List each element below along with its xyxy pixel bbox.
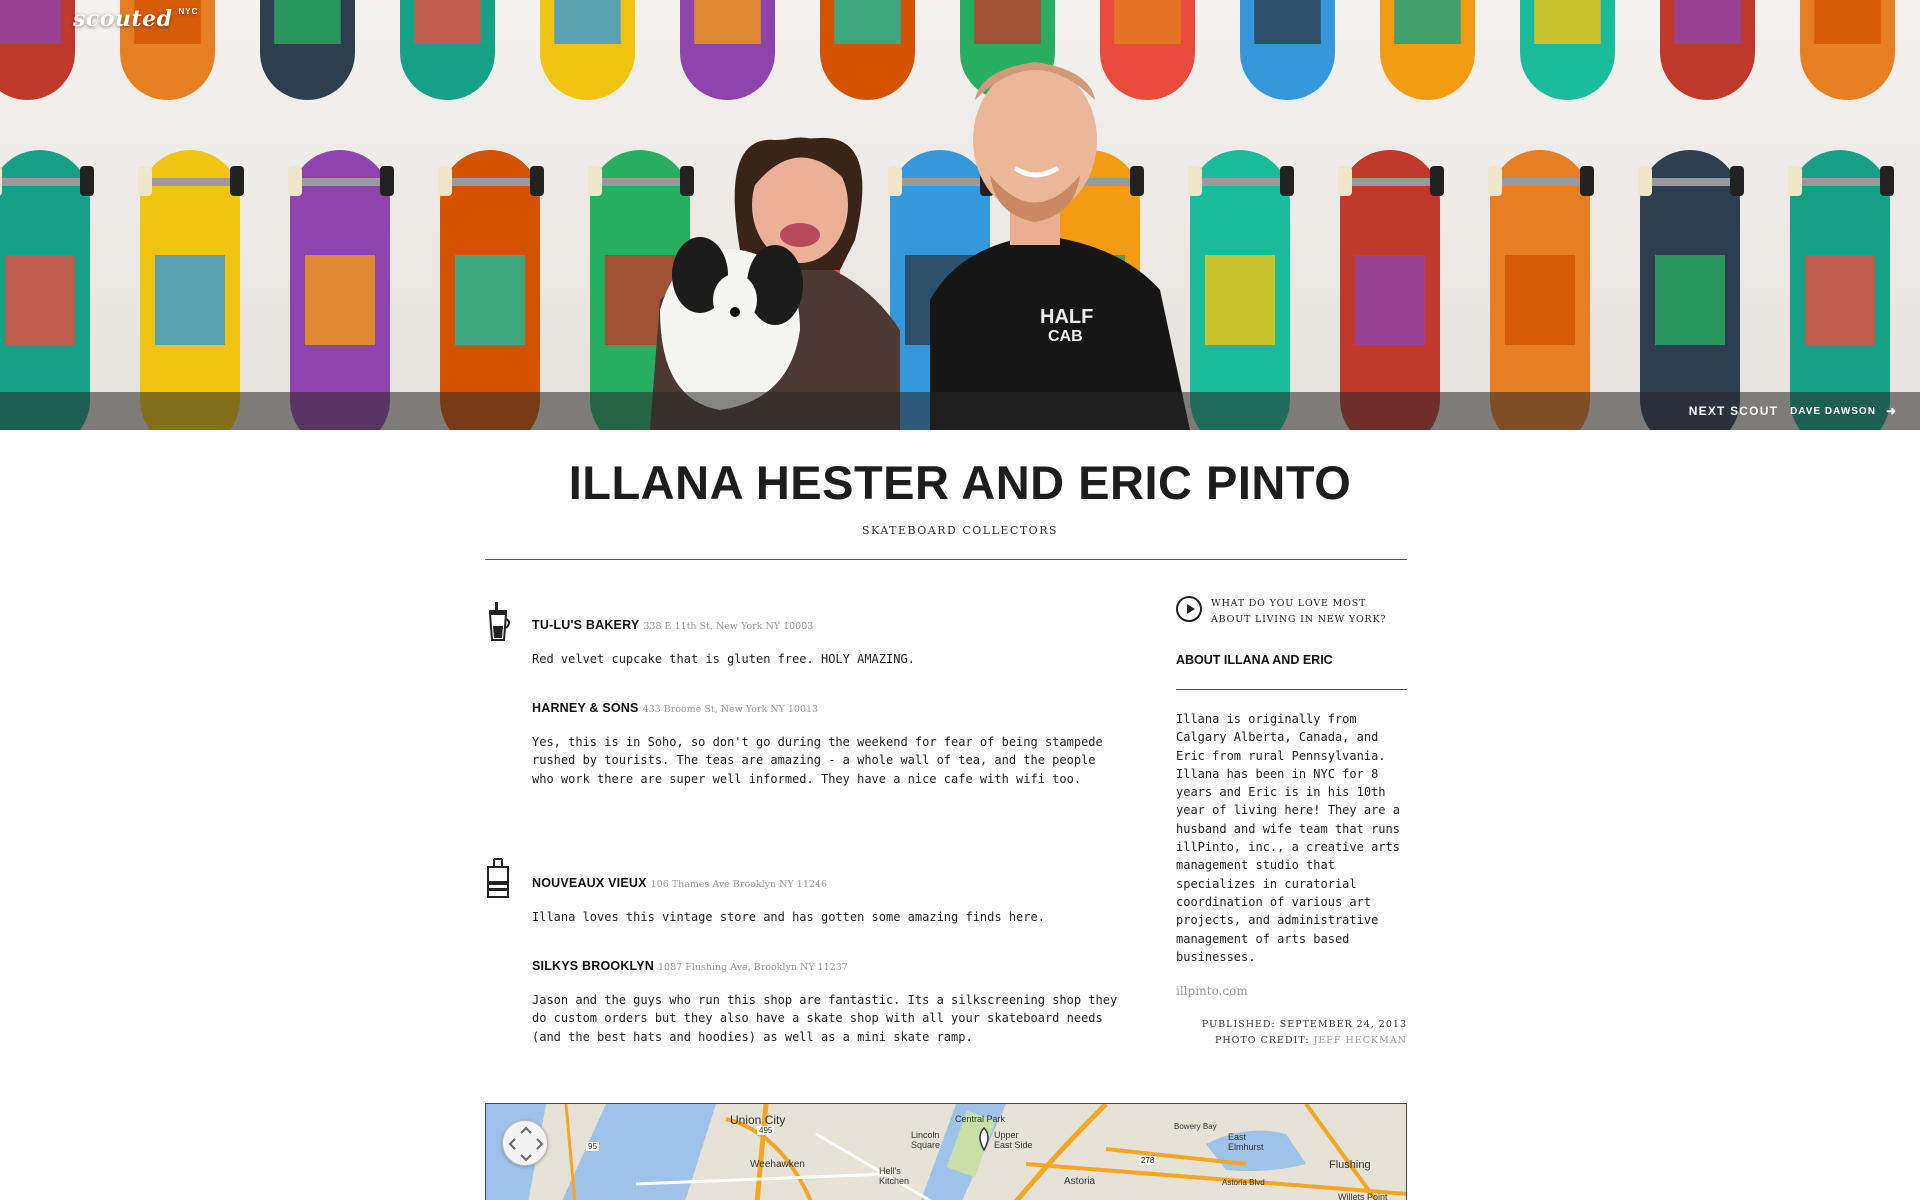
skateboard-deck [1790,150,1890,430]
photo-credit-name[interactable]: JEFF HECKMAN [1314,1035,1407,1046]
highway-shield: 95 [586,1142,599,1151]
website-link[interactable]: illpinto.com [1176,984,1407,998]
play-icon[interactable] [1176,596,1202,622]
place-address: 106 Thames Ave Brooklyn NY 11246 [650,879,828,890]
page-title: ILLANA HESTER AND ERIC PINTO [568,456,1352,509]
skateboard-deck [260,0,355,100]
place-address: 1087 Flushing Ave, Brooklyn NY 11237 [658,961,848,973]
next-scout-bar: NEXT SCOUT DAVE DAWSON ➜ [0,392,1920,430]
skateboard-deck [0,150,90,430]
listing-item: SILKYS BROOKLYN 1087 Flushing Ave, Brook… [532,959,1125,1047]
svg-text:HALF: HALF [1040,306,1093,328]
skateboard-deck [540,0,635,100]
highway-shield: 278 [1139,1156,1157,1165]
skateboard-deck [680,0,775,100]
map-label: Bowery Bay [1174,1122,1217,1131]
about-text: Illana is originally from Calgary Albert… [1176,712,1400,964]
logo-city: NYC [178,7,199,16]
svg-text:CAB: CAB [1048,328,1083,345]
title-divider [485,559,1407,560]
map-label: Lincoln Square [911,1130,941,1150]
skateboard-deck [1800,0,1895,100]
place-name[interactable]: SILKYS BROOKLYN [532,959,654,973]
skateboard-deck [440,150,540,430]
sidebar-divider [1176,689,1407,690]
map-label: Hell's Kitchen [879,1166,910,1186]
skateboard-deck [140,150,240,430]
arrow-right-icon: ➜ [1885,404,1896,418]
audio-question-text: WHAT DO YOU LOVE MOST ABOUT LIVING IN NE… [1211,598,1387,625]
map-label: Upper East Side [994,1130,1033,1150]
next-scout-name: DAVE DAWSON [1790,405,1876,417]
place-description: Yes, this is in Soho, so don't go during… [532,734,1103,786]
audio-question[interactable]: WHAT DO YOU LOVE MOST ABOUT LIVING IN NE… [1176,596,1407,628]
place-address: 433 Broome St, New York NY 10013 [642,703,819,715]
listing-item: NOUVEAUX VIEUX 106 Thames Ave Brooklyn N… [532,876,1125,927]
map-label: Weehawken [750,1159,805,1170]
skateboard-deck [290,150,390,430]
site-logo[interactable]: scouted NYC [73,6,198,32]
place-description: Red velvet cupcake that is gluten free. … [532,652,915,666]
place-name[interactable]: TU-LU'S BAKERY [532,618,639,632]
photo-credit-label: PHOTO CREDIT: [1214,1035,1310,1047]
publish-meta: PUBLISHED: SEPTEMBER 24, 2013 PHOTO CRED… [1176,1017,1407,1049]
map-label: Astoria Blvd [1222,1178,1265,1187]
skateboard-deck [1520,0,1615,100]
hero-illustration: HALF CAB [0,0,1920,430]
map-label: East Elmhurst [1228,1132,1264,1152]
published-date: PUBLISHED: SEPTEMBER 24, 2013 [1201,1019,1407,1031]
map-label: Willets Point [1338,1192,1388,1200]
skateboard-deck [1340,150,1440,430]
pan-arrows-icon [508,1126,544,1162]
listing-item: HARNEY & SONS 433 Broome St, New York NY… [532,701,1125,789]
about-heading: ABOUT ILLANA AND ERIC [1176,653,1333,667]
location-map[interactable]: Union City Central Park Upper East Side … [485,1103,1407,1200]
listing-group-food: TU-LU'S BAKERY 338 E 11th St, New York N… [485,602,1125,786]
map-tiles [486,1104,1406,1200]
map-pan-control[interactable] [502,1120,548,1166]
skateboard-deck [1490,150,1590,430]
skateboard-deck [820,0,915,100]
skateboard-deck [1190,150,1290,430]
skateboard-deck [400,0,495,100]
skateboard-deck [1380,0,1475,100]
logo-wordmark: scouted [73,6,173,32]
coffee-cup-icon [488,602,510,641]
map-label: Central Park [955,1114,1006,1124]
highway-shield: 495 [757,1126,775,1135]
shopping-bag-icon [487,858,509,898]
skateboard-deck [1640,150,1740,430]
place-description: Jason and the guys who run this shop are… [532,992,1118,1044]
skateboard-deck [1100,0,1195,100]
listing-item: TU-LU'S BAKERY 338 E 11th St, New York N… [532,618,1125,669]
place-name[interactable]: NOUVEAUX VIEUX [532,876,647,890]
page-subtitle: SKATEBOARD COLLECTORS [861,524,1059,537]
place-name[interactable]: HARNEY & SONS [532,701,639,715]
map-label: Union City [730,1113,786,1127]
map-label: Astoria [1064,1176,1096,1187]
place-description: Illana loves this vintage store and has … [532,910,1045,924]
skateboard-deck [1660,0,1755,100]
skateboard-deck [1240,0,1335,100]
map-label: Flushing [1329,1159,1371,1171]
next-scout-link[interactable]: NEXT SCOUT DAVE DAWSON ➜ [1689,404,1896,418]
next-scout-label: NEXT SCOUT [1688,404,1779,418]
profile-sidebar: WHAT DO YOU LOVE MOST ABOUT LIVING IN NE… [1176,596,1407,1049]
listing-group-shopping: NOUVEAUX VIEUX 106 Thames Ave Brooklyn N… [485,857,1125,1044]
hero-photo: HALF CAB scouted NYC NEXT SCOUT DAVE DAWS… [0,0,1920,430]
place-address: 338 E 11th St, New York NY 10003 [643,621,814,632]
